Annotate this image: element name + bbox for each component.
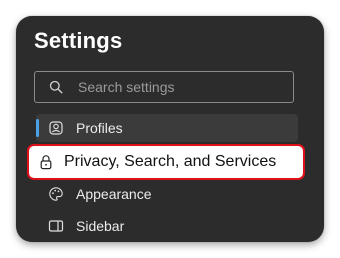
lock-icon — [38, 154, 54, 170]
sidebar-icon — [48, 218, 64, 234]
nav-item-profiles[interactable]: Profiles — [36, 114, 298, 142]
nav-item-label: Privacy, Search, and Services — [64, 153, 277, 170]
search-box[interactable] — [34, 71, 294, 103]
nav-item-privacy[interactable]: Privacy, Search, and Services — [27, 144, 305, 180]
settings-panel: Settings Profiles — [16, 16, 324, 242]
selected-indicator — [36, 119, 39, 137]
profile-icon — [48, 120, 64, 136]
nav-item-label: Sidebar — [76, 218, 125, 234]
nav-item-label: Appearance — [76, 186, 152, 202]
search-icon — [48, 79, 64, 95]
nav-item-label: Profiles — [76, 120, 123, 136]
settings-title: Settings — [34, 28, 123, 53]
nav-item-sidebar[interactable]: Sidebar — [36, 212, 298, 240]
search-input[interactable] — [78, 79, 293, 95]
palette-icon — [48, 186, 64, 202]
nav-item-appearance[interactable]: Appearance — [36, 180, 298, 208]
